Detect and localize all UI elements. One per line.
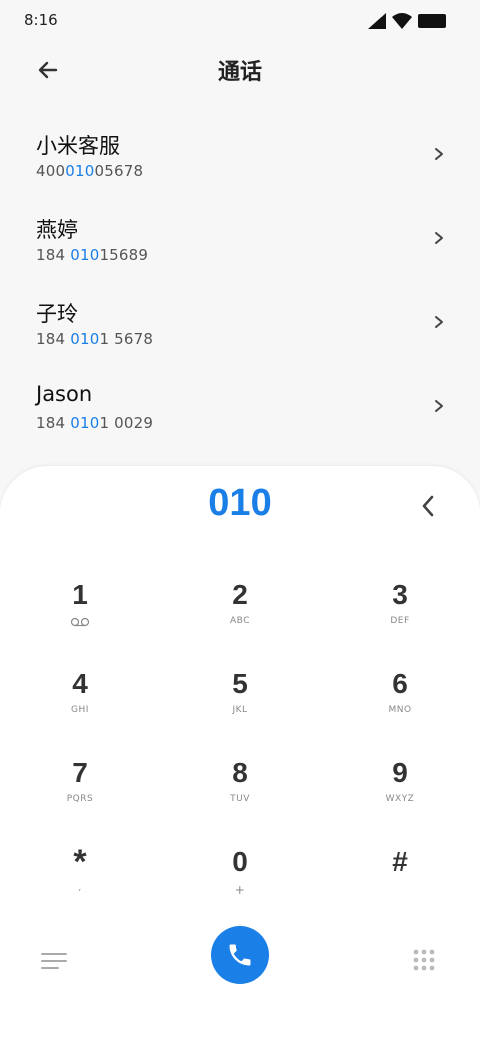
key-4[interactable]: 4 GHI [20,667,140,747]
keypad-toggle-button[interactable] [410,946,438,974]
key-6[interactable]: 6 MNO [340,667,460,747]
key-3[interactable]: 3 DEF [340,578,460,658]
key-digit: 9 [392,757,408,788]
key-letters: GHI [71,705,89,715]
keypad-grid-icon [413,949,435,971]
status-icons [368,12,448,30]
menu-button[interactable] [36,946,72,976]
key-digit: 4 [72,668,88,699]
key-digit: 0 [232,846,248,877]
key-7[interactable]: 7 PQRS [20,756,140,836]
key-letters: DEF [390,616,410,626]
key-digit: 7 [72,757,88,788]
key-digit: * [73,843,87,881]
contact-result-item[interactable]: 小米客服 40001005678 [0,120,480,204]
key-star[interactable]: * , [20,845,140,925]
key-9[interactable]: 9 WXYZ [340,756,460,836]
key-digit: 2 [232,579,248,610]
contact-name: 子玲 [36,302,78,326]
key-1[interactable]: 1 [20,578,140,658]
dialed-number: 010 [208,482,272,524]
key-digit: 3 [392,579,408,610]
battery-icon [418,14,446,28]
contact-results-list: 小米客服 40001005678 燕婷 184 01015689 子玲 184 … [0,120,480,456]
chevron-right-icon [435,316,443,328]
key-digit: 8 [232,757,248,788]
key-digit: # [392,846,408,877]
status-bar: 8:16 [0,0,480,40]
key-2[interactable]: 2 ABC [180,578,300,658]
chevron-right-icon [435,232,443,244]
key-letters: JKL [232,705,248,715]
contact-name: 燕婷 [36,218,78,242]
contact-name: Jason [36,382,93,406]
key-letters: WXYZ [385,794,415,804]
voicemail-icon [70,617,90,627]
chevron-left-icon [422,495,434,517]
phone-icon [229,944,251,966]
key-digit: 5 [232,668,248,699]
contact-result-item[interactable]: 子玲 184 0101 5678 [0,288,480,372]
key-5[interactable]: 5 JKL [180,667,300,747]
page-title: 通话 [217,60,262,85]
key-letters: PQRS [66,794,94,804]
menu-icon [41,953,67,969]
key-letters: + [234,883,246,897]
key-letters: ABC [230,616,250,626]
status-time: 8:16 [24,11,58,29]
key-digit: 6 [392,668,408,699]
key-8[interactable]: 8 TUV [180,756,300,836]
delete-button[interactable] [410,488,446,524]
contact-name: 小米客服 [36,134,120,158]
chevron-right-icon [435,400,443,412]
contact-result-item[interactable]: 燕婷 184 01015689 [0,204,480,288]
key-letters: TUV [230,794,250,804]
contact-number: 184 01015689 [36,246,149,264]
call-button[interactable] [211,926,269,984]
dialer-action-bar [0,926,480,996]
contact-number: 40001005678 [36,162,144,180]
key-0[interactable]: 0 + [180,845,300,925]
contact-result-item[interactable]: Jason 184 0101 0029 [0,372,480,456]
signal-icon [368,13,386,29]
contact-number: 184 0101 5678 [36,330,154,348]
key-hash[interactable]: # [340,845,460,925]
contact-number: 184 0101 0029 [36,414,154,432]
chevron-right-icon [435,148,443,160]
header: 通话 [0,44,480,96]
key-letters: , [78,883,82,893]
key-letters: MNO [388,705,412,715]
dialpad-panel: 010 1 2 ABC 3 DEF 4 GHI 5 JKL 6 MNO 7 PQ… [0,466,480,1040]
wifi-icon [392,13,412,29]
key-digit: 1 [72,579,88,610]
